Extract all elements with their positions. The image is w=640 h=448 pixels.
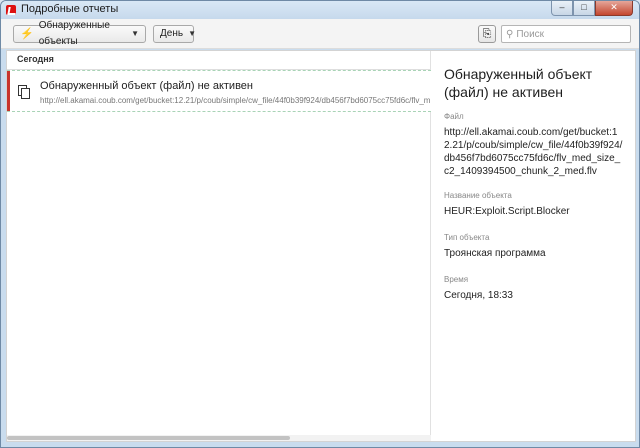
object-name-value: HEUR:Exploit.Script.Blocker — [444, 206, 570, 217]
file-value: http://ell.akamai.coub.com/get/bucket:12… — [444, 127, 623, 177]
main-content: Сегодня Обнаруженный объект (файл) не ак… — [6, 50, 636, 442]
object-name-label: Название объекта — [444, 191, 512, 200]
event-title: Обнаруженный объект (файл) не активен — [40, 80, 253, 92]
export-button[interactable]: ⎘ — [478, 25, 496, 43]
close-button[interactable]: ✕ — [595, 1, 633, 16]
period-dropdown[interactable]: День ▼ — [153, 25, 196, 43]
detail-title: Обнаруженный объект (файл) не активен — [444, 66, 593, 100]
event-subtitle: http://ell.akamai.coub.com/get/bucket:12… — [40, 96, 430, 105]
group-header-today: Сегодня — [7, 51, 430, 70]
minimize-button[interactable]: – — [551, 1, 573, 16]
object-type-label: Тип объекта — [444, 233, 490, 242]
filter-dropdown-label: Обнаруженные объекты — [38, 20, 110, 47]
chevron-down-icon: ▼ — [188, 29, 196, 38]
search-input[interactable] — [516, 28, 617, 40]
filter-dropdown[interactable]: ⚡ Обнаруженные объекты ▼ — [13, 20, 146, 47]
chevron-down-icon: ▼ — [131, 29, 139, 38]
report-window: Подробные отчеты – □ ✕ ⚡ Обнаруженные об… — [0, 0, 640, 448]
severity-indicator — [7, 71, 10, 111]
search-box[interactable]: ⚲ — [501, 25, 631, 43]
horizontal-scrollbar[interactable] — [7, 435, 431, 441]
object-type-value: Троянская программа — [444, 248, 546, 259]
time-label: Время — [444, 275, 469, 284]
window-controls: – □ ✕ — [551, 1, 633, 16]
toolbar: ⚡ Обнаруженные объекты ▼ День ▼ ⎘ ⚲ — [1, 19, 639, 49]
events-list: Сегодня Обнаруженный объект (файл) не ак… — [7, 51, 431, 441]
file-label: Файл — [444, 112, 464, 121]
detail-pane: Обнаруженный объект (файл) не активен Фа… — [432, 51, 635, 441]
file-copy-icon — [18, 85, 30, 99]
window-title: Подробные отчеты — [21, 3, 119, 15]
search-icon: ⚲ — [506, 28, 514, 40]
maximize-button[interactable]: □ — [573, 1, 595, 16]
event-row[interactable]: Обнаруженный объект (файл) не активен ht… — [7, 70, 431, 112]
export-icon: ⎘ — [482, 28, 492, 40]
time-value: Сегодня, 18:33 — [444, 290, 513, 301]
period-dropdown-label: День — [160, 28, 184, 39]
kaspersky-logo-icon — [6, 5, 16, 15]
scrollbar-thumb[interactable] — [7, 436, 290, 440]
lightning-icon: ⚡ — [20, 28, 34, 40]
title-bar[interactable]: Подробные отчеты – □ ✕ — [1, 1, 639, 19]
